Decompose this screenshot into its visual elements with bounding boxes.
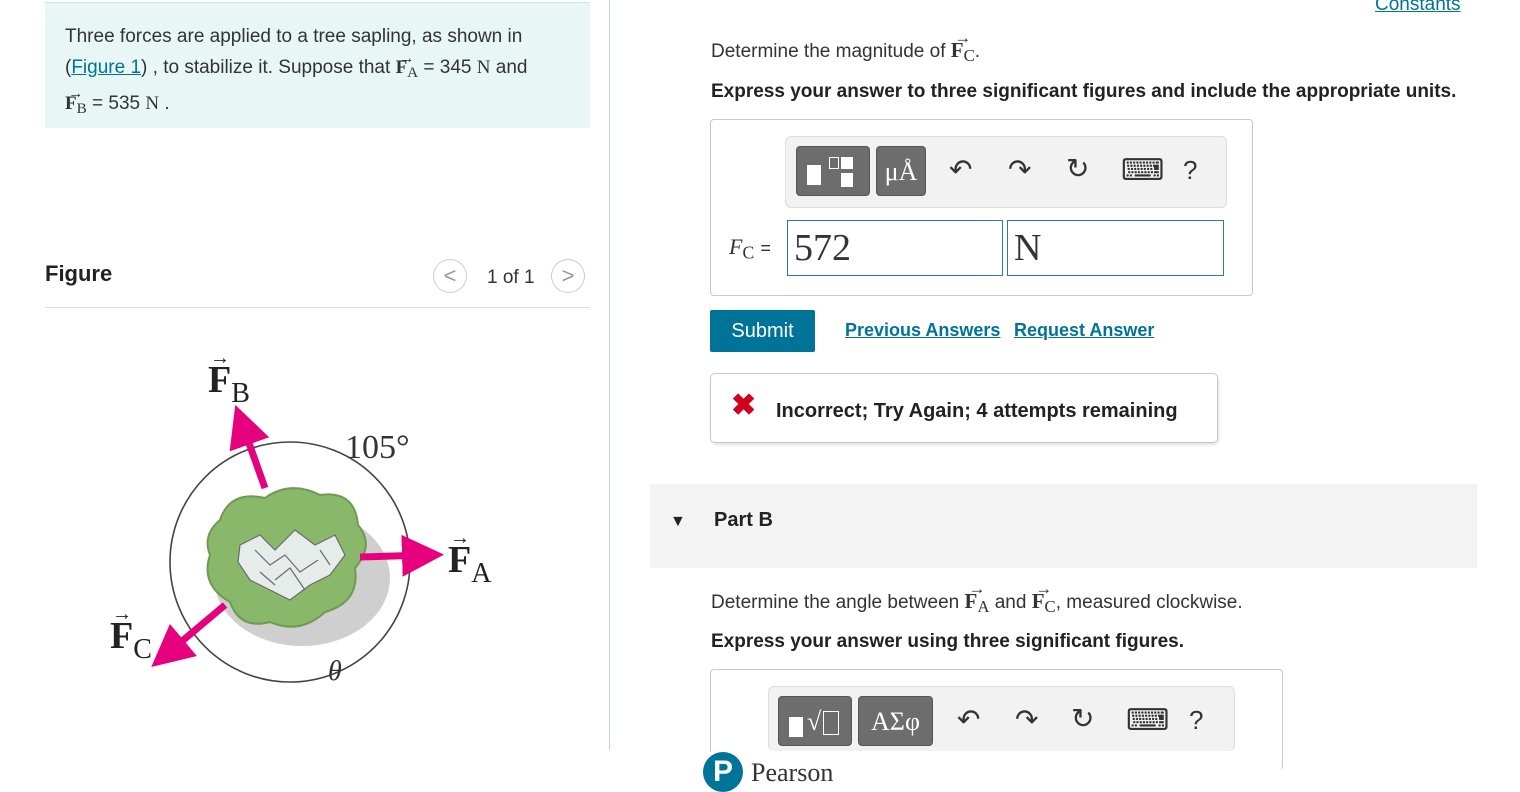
unit-newton-2: N (145, 92, 160, 114)
feedback-message: ✖ Incorrect; Try Again; 4 attempts remai… (710, 373, 1218, 443)
part-b-math-toolbar: √ ΑΣφ ↶ ↷ ↻ ⌨ ? (768, 686, 1235, 751)
units-icon: μÅ (884, 157, 918, 186)
units-button[interactable]: μÅ (876, 146, 926, 196)
part-a-prompt: Determine the magnitude of FC. (711, 28, 980, 66)
theta-label: θ (328, 656, 342, 687)
force-a-arrow (359, 534, 444, 577)
templates-button-b[interactable]: √ (778, 696, 852, 746)
pearson-logo: P Pearson (703, 752, 863, 792)
figure-diagram: FB → FA → FC → 105° θ (110, 347, 492, 687)
figure-link[interactable]: Figure 1 (71, 57, 141, 78)
help-icon[interactable]: ? (1183, 155, 1197, 186)
chevron-left-icon: < (443, 263, 457, 288)
reset-icon-b[interactable]: ↻ (1071, 702, 1094, 735)
templates-icon (807, 157, 861, 187)
request-answer-link[interactable]: Request Answer (1014, 320, 1154, 341)
figure-header: Figure < 1 of 1 > (45, 255, 590, 308)
label-force-c-arrow: → (112, 603, 132, 625)
force-c-arrow (151, 602, 228, 668)
figure-title: Figure (45, 261, 113, 286)
previous-figure-button[interactable]: < (433, 259, 467, 293)
unit-newton: N (476, 57, 491, 78)
greek-icon: ΑΣφ (871, 707, 920, 736)
figure-page-count: 1 of 1 (487, 267, 535, 288)
fc-variable-label: FC = (729, 234, 771, 263)
chevron-right-icon: > (561, 263, 575, 288)
constants-link[interactable]: Constants (1375, 0, 1461, 16)
part-a-math-toolbar: μÅ ↶ ↷ ↻ ⌨ ? (785, 136, 1227, 208)
keyboard-icon[interactable]: ⌨ (1121, 153, 1164, 188)
feedback-text: Incorrect; Try Again; 4 attempts remaini… (776, 400, 1178, 422)
pearson-p-icon: P (703, 752, 743, 792)
force-a-value: = 345 (423, 57, 472, 78)
collapse-caret-icon: ▼ (670, 513, 686, 530)
keyboard-icon-b[interactable]: ⌨ (1126, 703, 1169, 738)
part-a-instruction: Express your answer to three significant… (711, 81, 1457, 102)
next-figure-button[interactable]: > (551, 259, 585, 293)
undo-icon-b[interactable]: ↶ (957, 703, 980, 736)
and-text: and (495, 57, 528, 78)
fc-unit-input[interactable]: N (1007, 220, 1224, 276)
submit-button[interactable]: Submit (710, 310, 815, 352)
templates-button[interactable] (796, 146, 870, 196)
angle-label: 105° (345, 429, 410, 466)
undo-icon[interactable]: ↶ (949, 153, 972, 186)
problem-text-2: ) , to stabilize it. Suppose that (141, 57, 391, 78)
redo-icon[interactable]: ↷ (1008, 153, 1031, 186)
part-b-header[interactable]: ▼ Part B (650, 484, 1477, 568)
force-b-symbol: FB (65, 78, 87, 124)
problem-statement: Three forces are applied to a tree sapli… (45, 2, 590, 128)
part-b-title: Part B (714, 509, 773, 531)
radical-template-icon: √ (789, 707, 845, 737)
part-b-prompt: Determine the angle between FA and FC, m… (711, 579, 1243, 617)
previous-answers-link[interactable]: Previous Answers (845, 320, 1000, 341)
greek-symbols-button[interactable]: ΑΣφ (858, 696, 933, 746)
fc-value-input[interactable]: 572 (787, 220, 1003, 276)
reset-icon[interactable]: ↻ (1066, 152, 1089, 185)
period: . (164, 92, 170, 114)
force-b-value: = 535 (92, 92, 141, 114)
problem-text-1: Three forces are applied to a tree sapli… (65, 26, 523, 47)
help-icon-b[interactable]: ? (1189, 705, 1203, 736)
redo-icon-b[interactable]: ↷ (1015, 703, 1038, 736)
force-b-arrow (229, 404, 270, 490)
pane-divider (609, 0, 610, 750)
part-b-instruction: Express your answer using three signific… (711, 631, 1185, 652)
incorrect-x-icon: ✖ (731, 389, 757, 422)
label-force-b-arrow: → (210, 347, 230, 369)
label-force-a-arrow: → (450, 527, 470, 549)
force-a-symbol: FA (396, 43, 419, 88)
